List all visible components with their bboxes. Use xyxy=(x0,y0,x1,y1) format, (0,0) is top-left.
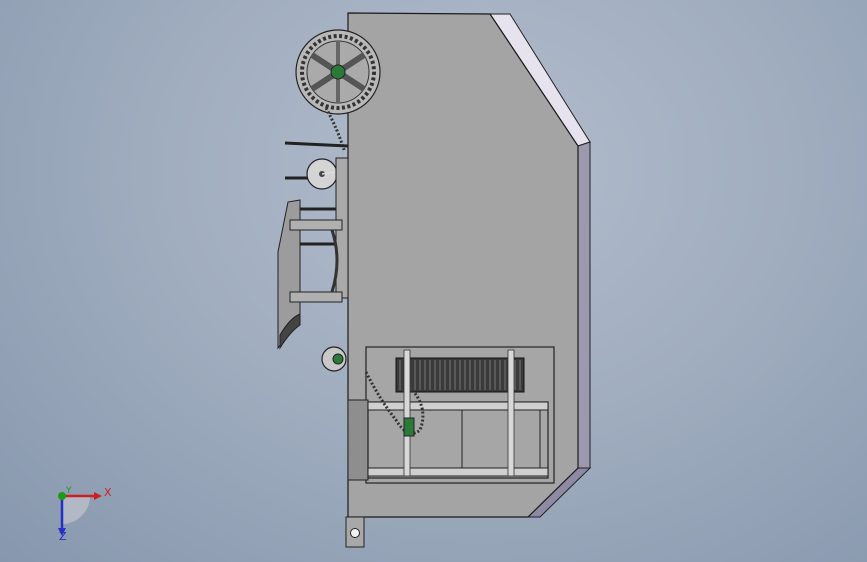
coordinate-triad xyxy=(58,492,102,536)
right-side-face xyxy=(577,141,591,469)
x-axis-label: X xyxy=(104,486,112,499)
gearbox-assembly[interactable] xyxy=(347,346,555,484)
machine-model[interactable] xyxy=(0,0,867,562)
z-axis-label: Z xyxy=(59,530,67,543)
scraper-bracket[interactable] xyxy=(277,199,343,350)
sprocket-wheel[interactable] xyxy=(295,29,381,115)
cad-viewport[interactable]: X Y Z xyxy=(0,0,867,562)
mounting-hole xyxy=(350,528,360,538)
idler-roller[interactable] xyxy=(321,346,347,372)
y-axis-label: Y xyxy=(66,486,72,496)
